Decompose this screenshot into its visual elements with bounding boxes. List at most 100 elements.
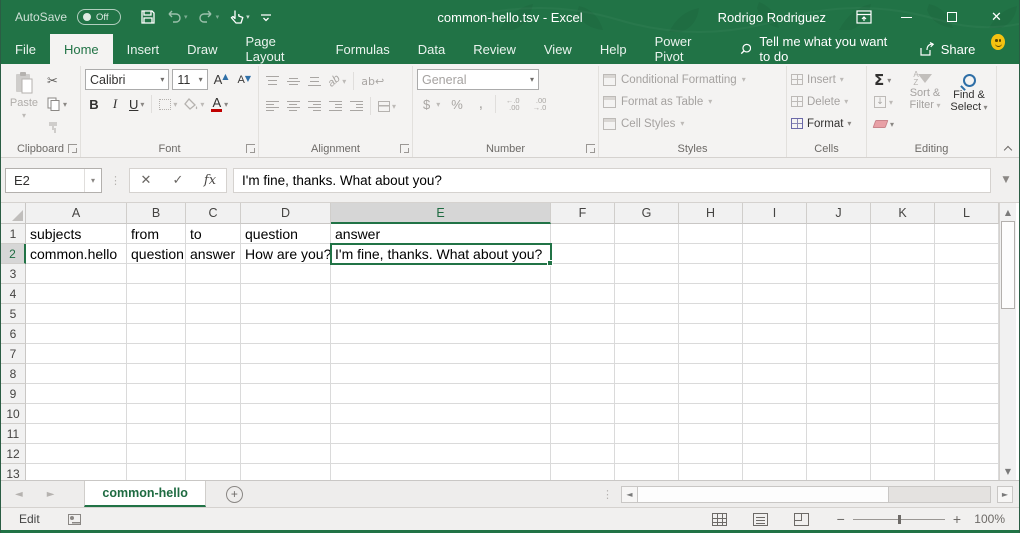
insert-function-button[interactable]: fx: [194, 173, 226, 188]
cell-H6[interactable]: [679, 324, 743, 344]
cell-A4[interactable]: [26, 284, 127, 304]
enter-button[interactable]: ✓: [162, 173, 194, 188]
font-size-combobox[interactable]: 11 ▾: [172, 69, 207, 90]
cell-C12[interactable]: [186, 444, 241, 464]
cell-L6[interactable]: [935, 324, 999, 344]
cell-D13[interactable]: [241, 464, 331, 480]
tab-insert[interactable]: Insert: [113, 34, 174, 64]
cell-L7[interactable]: [935, 344, 999, 364]
cell-K2[interactable]: [871, 244, 935, 264]
cell-D10[interactable]: [241, 404, 331, 424]
align-center-button[interactable]: [284, 96, 302, 116]
cell-J12[interactable]: [807, 444, 871, 464]
cell-J8[interactable]: [807, 364, 871, 384]
cell-C9[interactable]: [186, 384, 241, 404]
borders-dropdown-icon[interactable]: ▾: [173, 100, 177, 109]
decrease-decimal-button[interactable]: .00→.0: [528, 94, 552, 114]
column-header-L[interactable]: L: [935, 203, 999, 224]
customize-qat-button[interactable]: [257, 9, 275, 25]
cell-E13[interactable]: [331, 464, 551, 480]
autosum-button[interactable]: Σ▾: [871, 70, 903, 90]
cell-J6[interactable]: [807, 324, 871, 344]
cell-E6[interactable]: [331, 324, 551, 344]
previous-sheet-icon[interactable]: ◄: [15, 489, 23, 500]
cell-I10[interactable]: [743, 404, 807, 424]
cell-F11[interactable]: [551, 424, 615, 444]
cell-B8[interactable]: [127, 364, 186, 384]
cell-F13[interactable]: [551, 464, 615, 480]
copy-button[interactable]: ▾: [45, 94, 69, 114]
cell-styles-button[interactable]: Cell Styles▾: [603, 114, 782, 133]
cell-A10[interactable]: [26, 404, 127, 424]
bottom-align-button[interactable]: [305, 71, 323, 91]
cell-G6[interactable]: [615, 324, 679, 344]
touch-mouse-mode-button[interactable]: ▾: [226, 7, 253, 27]
cell-G1[interactable]: [615, 224, 679, 244]
cell-E12[interactable]: [331, 444, 551, 464]
cell-F9[interactable]: [551, 384, 615, 404]
cell-H12[interactable]: [679, 444, 743, 464]
cell-K4[interactable]: [871, 284, 935, 304]
cell-F7[interactable]: [551, 344, 615, 364]
align-right-button[interactable]: [305, 96, 323, 116]
cell-H2[interactable]: [679, 244, 743, 264]
copy-dropdown-icon[interactable]: ▾: [63, 100, 67, 109]
cell-I8[interactable]: [743, 364, 807, 384]
cell-D9[interactable]: [241, 384, 331, 404]
close-button[interactable]: ✕: [974, 0, 1019, 34]
zoom-slider-thumb[interactable]: [898, 515, 901, 524]
cell-I11[interactable]: [743, 424, 807, 444]
cell-D4[interactable]: [241, 284, 331, 304]
row-header-3[interactable]: 3: [1, 264, 26, 284]
cell-H10[interactable]: [679, 404, 743, 424]
cell-D3[interactable]: [241, 264, 331, 284]
cell-C8[interactable]: [186, 364, 241, 384]
tab-help[interactable]: Help: [586, 34, 641, 64]
cell-F12[interactable]: [551, 444, 615, 464]
accounting-format-button[interactable]: $▾: [417, 94, 442, 114]
cell-D2[interactable]: How are you?: [241, 244, 331, 264]
next-sheet-icon[interactable]: ►: [47, 489, 55, 500]
merge-center-dropdown-icon[interactable]: ▾: [392, 102, 396, 111]
cell-D7[interactable]: [241, 344, 331, 364]
row-header-10[interactable]: 10: [1, 404, 26, 424]
cell-K13[interactable]: [871, 464, 935, 480]
cell-G13[interactable]: [615, 464, 679, 480]
undo-button[interactable]: ▾: [163, 8, 191, 26]
cell-B11[interactable]: [127, 424, 186, 444]
cell-C7[interactable]: [186, 344, 241, 364]
cell-G4[interactable]: [615, 284, 679, 304]
cell-I13[interactable]: [743, 464, 807, 480]
cell-I9[interactable]: [743, 384, 807, 404]
decrease-font-size-button[interactable]: A▼: [235, 74, 255, 86]
borders-button[interactable]: ▾: [157, 94, 179, 114]
tab-home[interactable]: Home: [50, 34, 113, 64]
cell-K8[interactable]: [871, 364, 935, 384]
cell-F1[interactable]: [551, 224, 615, 244]
new-sheet-button[interactable]: +: [226, 486, 243, 503]
zoom-slider[interactable]: [853, 514, 945, 525]
feedback-smiley-icon[interactable]: [991, 34, 1005, 50]
column-header-K[interactable]: K: [871, 203, 935, 224]
row-header-11[interactable]: 11: [1, 424, 26, 444]
collapse-ribbon-button[interactable]: [1004, 144, 1012, 152]
sheet-bar-grip[interactable]: ⋮: [602, 488, 621, 501]
cell-C11[interactable]: [186, 424, 241, 444]
row-header-7[interactable]: 7: [1, 344, 26, 364]
page-layout-view-button[interactable]: [753, 513, 768, 526]
fill-handle[interactable]: [547, 260, 553, 266]
fill-color-dropdown-icon[interactable]: ▾: [200, 100, 204, 109]
formula-bar-grip[interactable]: ⋮: [108, 174, 123, 187]
cell-K3[interactable]: [871, 264, 935, 284]
increase-font-size-button[interactable]: A▲: [211, 72, 232, 87]
tab-formulas[interactable]: Formulas: [322, 34, 404, 64]
clipboard-dialog-launcher[interactable]: [68, 144, 77, 153]
number-dialog-launcher[interactable]: [586, 144, 595, 153]
cell-H5[interactable]: [679, 304, 743, 324]
cell-B2[interactable]: question: [127, 244, 186, 264]
row-header-12[interactable]: 12: [1, 444, 26, 464]
tab-view[interactable]: View: [530, 34, 586, 64]
cell-C1[interactable]: to: [186, 224, 241, 244]
italic-button[interactable]: I: [106, 94, 124, 114]
cell-D12[interactable]: [241, 444, 331, 464]
